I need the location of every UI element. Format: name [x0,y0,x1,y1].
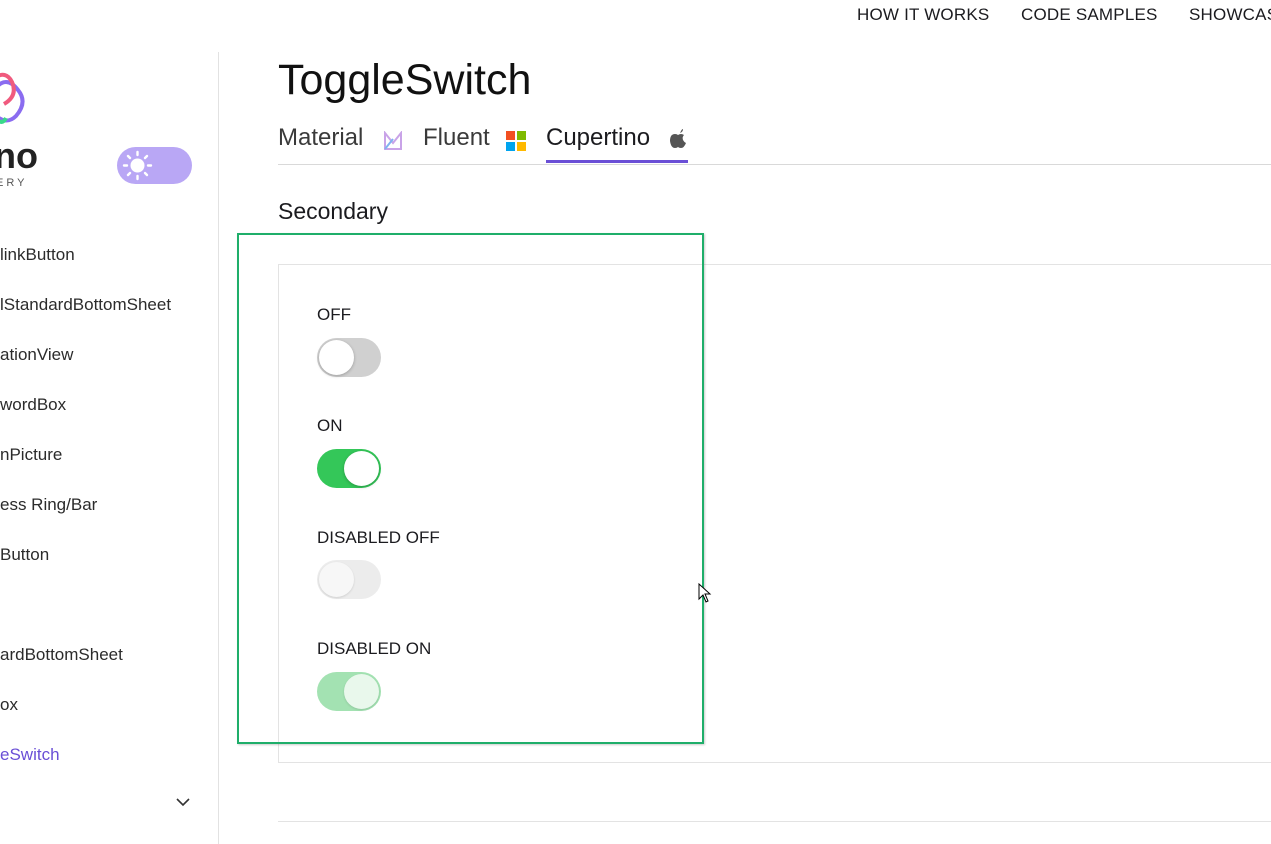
sidebar-item-textbox[interactable]: ox [0,695,18,715]
switch-knob [319,340,354,375]
switch-label-off: OFF [317,305,351,324]
toggle-switch-on[interactable] [317,449,381,488]
sidebar-item-progress-ring-bar[interactable]: ess Ring/Bar [0,495,97,515]
sidebar-item-toggleswitch[interactable]: eSwitch [0,745,60,765]
switch-knob [344,451,379,486]
section-title: Secondary [278,198,388,224]
nav-link-code-samples[interactable]: CODE SAMPLES [1021,5,1158,25]
active-tab-indicator [546,160,688,163]
mouse-cursor-icon [698,582,712,603]
nav-link-showcase[interactable]: SHOWCAS [1189,5,1271,25]
material-icon [383,130,403,150]
sidebar-item-standard-bottom-sheet-2[interactable]: ardBottomSheet [0,645,123,665]
sidebar-item-linkbutton[interactable]: linkButton [0,245,75,265]
tab-cupertino[interactable]: Cupertino [546,124,686,162]
tab-fluent[interactable]: Fluent [423,124,526,162]
page-title: ToggleSwitch [278,56,532,104]
switch-label-on: ON [317,416,343,435]
tab-cupertino-label: Cupertino [546,124,651,151]
sidebar-item-standard-bottom-sheet[interactable]: lStandardBottomSheet [0,295,171,315]
divider [278,821,1271,822]
theme-toggle[interactable] [117,147,192,184]
switch-knob [344,674,379,709]
nav-link-how-it-works[interactable]: HOW IT WORKS [857,5,989,25]
svg-text:ERY: ERY [0,177,27,188]
logo: no ERY [0,68,60,189]
switch-label-disabled-on: DISABLED ON [317,639,432,658]
demo-panel [278,264,1271,763]
apple-icon [669,128,689,148]
sidebar: no ERY linkButton lStandardBottomShe [0,52,219,844]
toggle-switch-disabled-on [317,672,381,711]
svg-text:no: no [0,135,38,176]
tab-material[interactable]: Material [278,124,402,162]
tab-bar: Material Fluent Cupertino [278,120,1271,165]
sidebar-item-navigation-view[interactable]: ationView [0,345,73,365]
toggle-switch-disabled-off [317,560,381,599]
sidebar-item-person-picture[interactable]: nPicture [0,445,62,465]
tab-material-label: Material [278,124,364,151]
tab-fluent-label: Fluent [423,124,490,151]
switch-knob [319,562,354,597]
windows-icon [506,130,526,151]
switch-label-disabled-off: DISABLED OFF [317,528,440,547]
top-nav: HOW IT WORKS CODE SAMPLES SHOWCAS [0,0,1271,30]
sun-icon [122,150,153,181]
sidebar-item-radio-button[interactable]: Button [0,545,49,565]
chevron-down-icon[interactable] [174,795,192,809]
toggle-switch-off[interactable] [317,338,381,377]
sidebar-item-password-box[interactable]: wordBox [0,395,66,415]
